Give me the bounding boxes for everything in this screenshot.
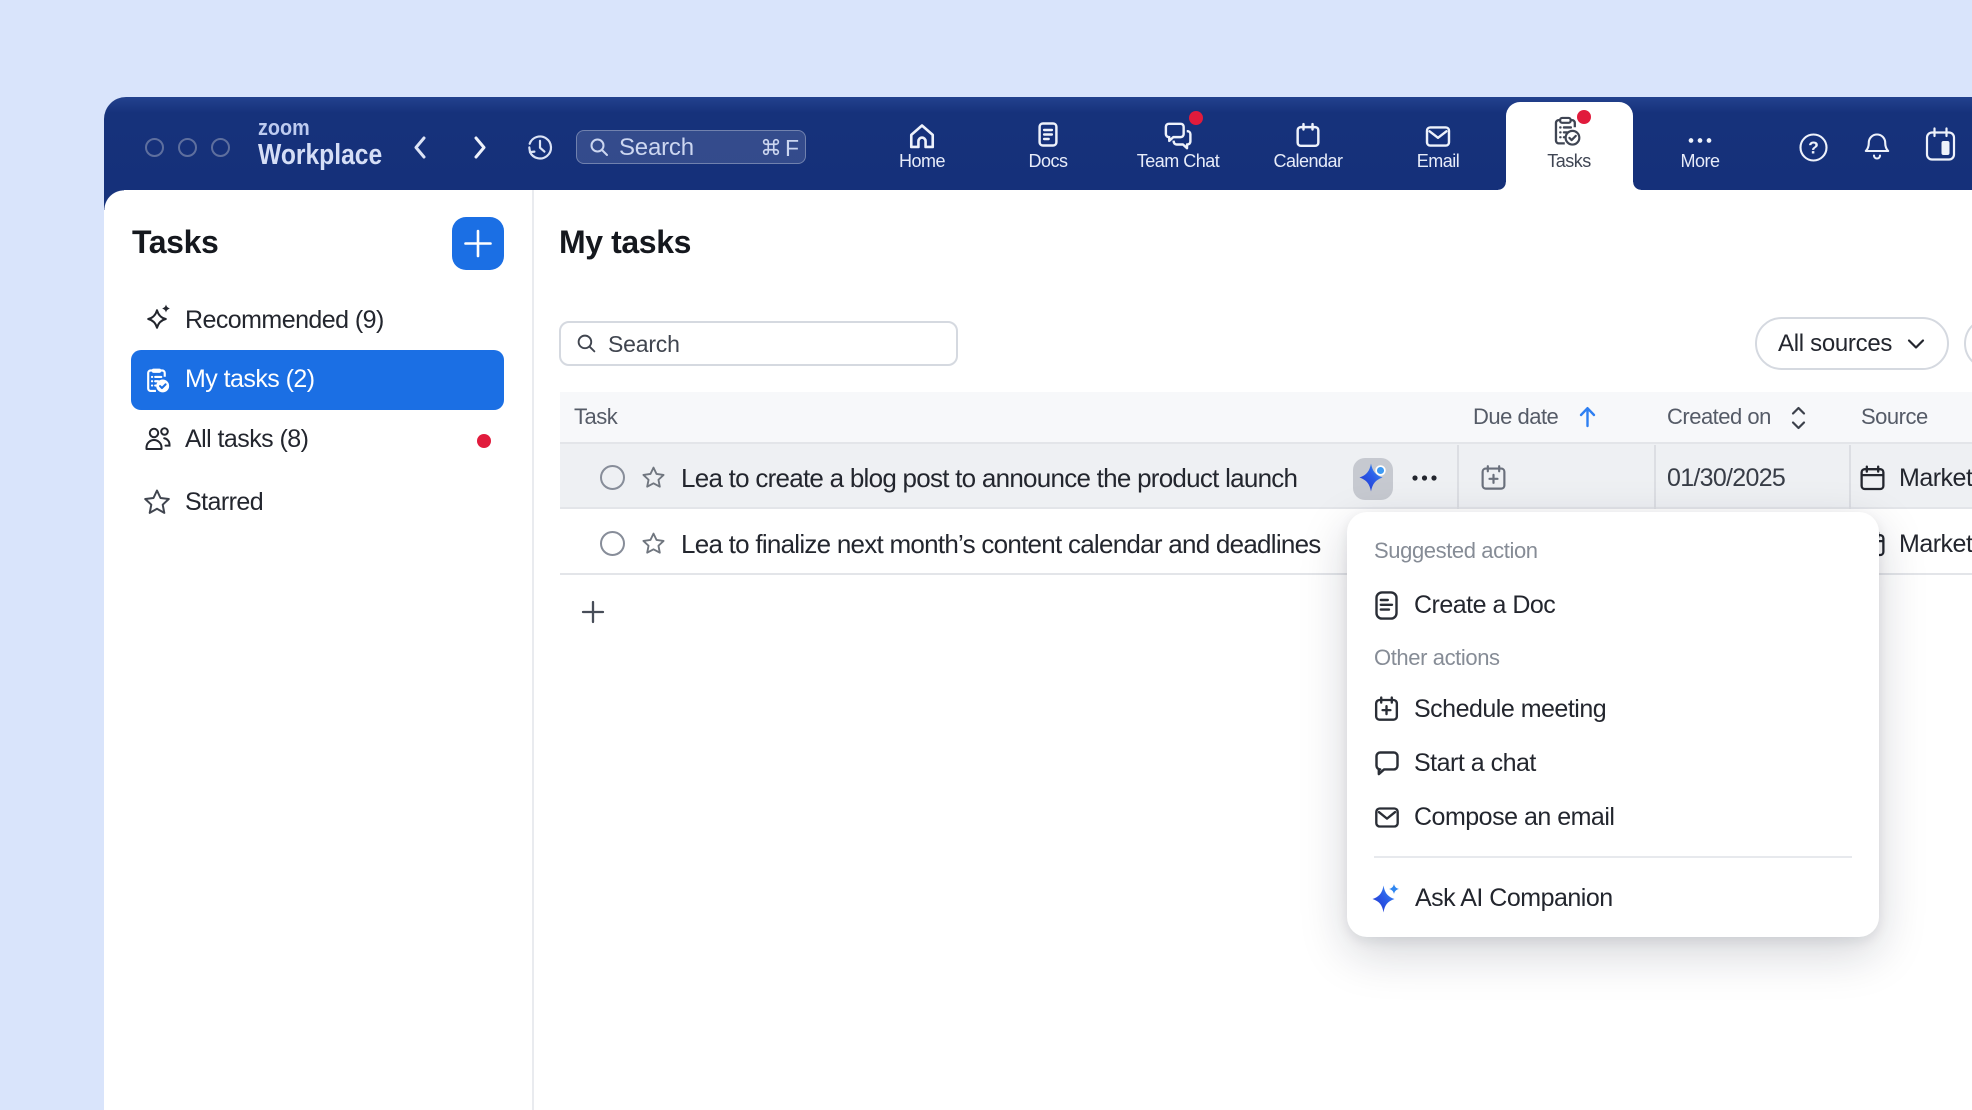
svg-text:?: ?	[1808, 138, 1819, 158]
